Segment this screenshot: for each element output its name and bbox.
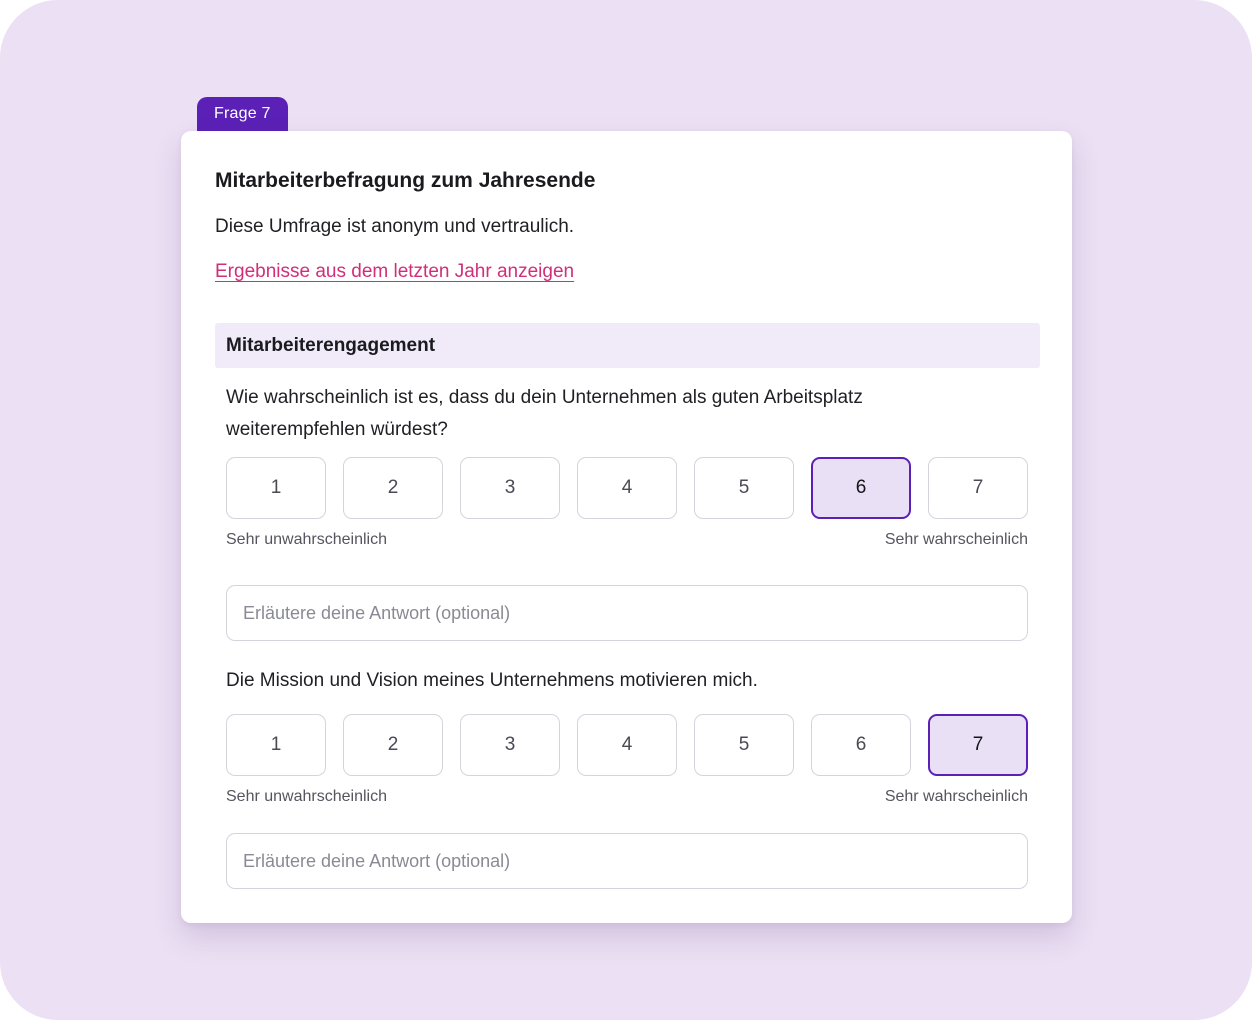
q2-option-5[interactable]: 5 xyxy=(694,714,794,776)
q2-max-label: Sehr wahrscheinlich xyxy=(884,788,1028,805)
q1-option-1[interactable]: 1 xyxy=(226,457,326,519)
q1-option-6[interactable]: 6 xyxy=(811,457,911,519)
q1-min-label: Sehr unwahrscheinlich xyxy=(226,531,387,548)
q2-option-2[interactable]: 2 xyxy=(343,714,443,776)
survey-subtitle: Diese Umfrage ist anonym und vertraulich… xyxy=(215,216,575,237)
page-background: Frage 7 Mitarbeiterbefragung zum Jahrese… xyxy=(0,0,1252,1020)
q2-option-3[interactable]: 3 xyxy=(460,714,560,776)
q1-option-5[interactable]: 5 xyxy=(694,457,794,519)
rating-scale-q2: 1 2 3 4 5 6 7 xyxy=(226,714,1028,776)
question-1-text: Wie wahrscheinlich ist es, dass du dein … xyxy=(226,387,863,440)
question-2-text: Die Mission und Vision meines Unternehme… xyxy=(226,670,758,691)
q1-option-4[interactable]: 4 xyxy=(577,457,677,519)
survey-card: Mitarbeiterbefragung zum Jahresende Dies… xyxy=(181,131,1072,923)
q2-comment-input[interactable] xyxy=(226,833,1028,889)
rating-scale-q1: 1 2 3 4 5 6 7 xyxy=(226,457,1028,519)
q2-min-label: Sehr unwahrscheinlich xyxy=(226,788,387,805)
q2-option-1[interactable]: 1 xyxy=(226,714,326,776)
q2-option-7[interactable]: 7 xyxy=(928,714,1028,776)
q2-option-6[interactable]: 6 xyxy=(811,714,911,776)
q1-comment-input[interactable] xyxy=(226,585,1028,641)
q1-max-label: Sehr wahrscheinlich xyxy=(884,531,1028,548)
survey-title: Mitarbeiterbefragung zum Jahresende xyxy=(215,169,596,192)
section-header: Mitarbeiterengagement xyxy=(215,323,1040,368)
q1-option-3[interactable]: 3 xyxy=(460,457,560,519)
q1-option-2[interactable]: 2 xyxy=(343,457,443,519)
q1-option-7[interactable]: 7 xyxy=(928,457,1028,519)
previous-results-link[interactable]: Ergebnisse aus dem letzten Jahr anzeigen xyxy=(215,261,574,283)
q2-option-4[interactable]: 4 xyxy=(577,714,677,776)
